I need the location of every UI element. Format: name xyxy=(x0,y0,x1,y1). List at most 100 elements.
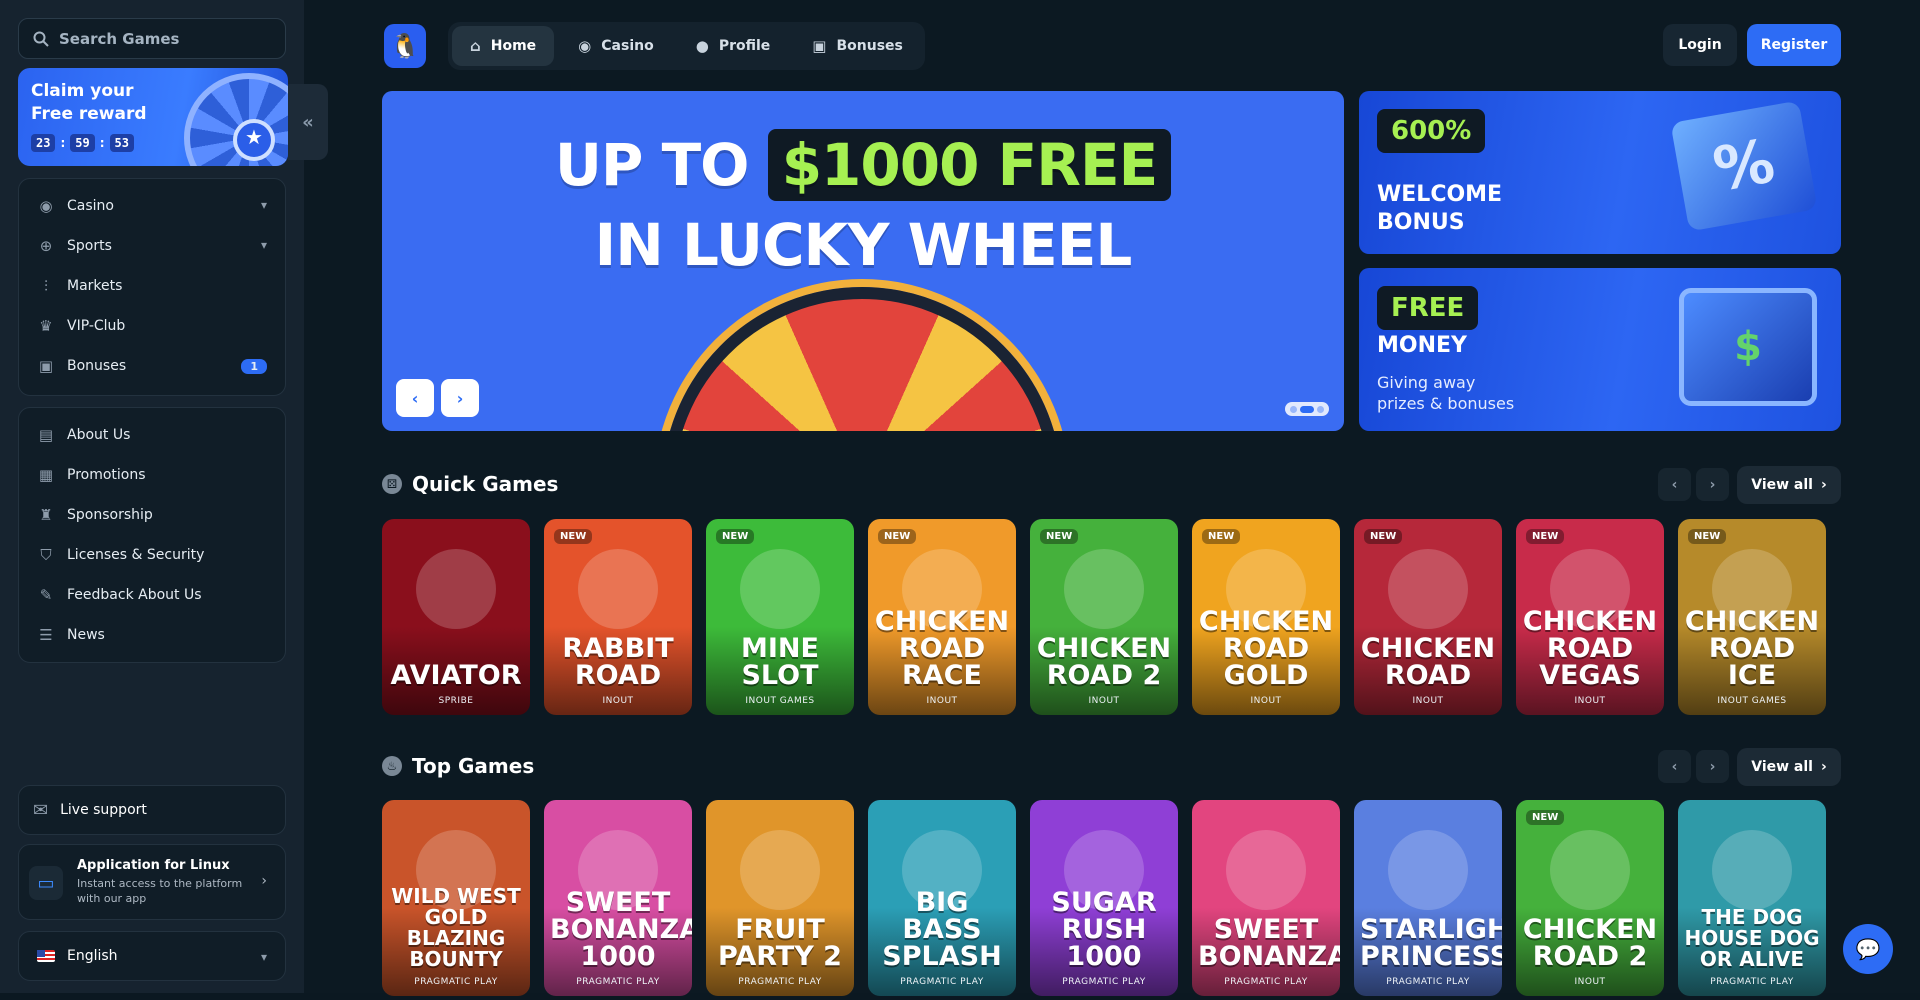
game-card[interactable]: NEW CHICKEN ROAD 2 INOUT xyxy=(1516,800,1664,996)
hero-banner[interactable]: UP TO $1000 FREE IN LUCKY WHEEL ‹ › xyxy=(382,91,1344,431)
top-games-prev-button[interactable]: ‹ xyxy=(1658,750,1691,783)
game-title: STARLIGHT PRINCESS xyxy=(1360,914,1502,972)
live-support-button[interactable]: ✉ Live support xyxy=(18,785,286,835)
game-card[interactable]: NEW RABBIT ROAD INOUT xyxy=(544,519,692,715)
game-card[interactable]: NEW CHICKEN ROAD VEGAS INOUT xyxy=(1516,519,1664,715)
game-provider: PRAGMATIC PLAY xyxy=(414,977,498,987)
fire-icon: ♨ xyxy=(382,756,402,776)
hero-highlight: $1000 FREE xyxy=(767,129,1172,201)
dice-icon: ⚄ xyxy=(382,474,402,494)
promo-subtitle: Giving away prizes & bonuses xyxy=(1377,373,1515,413)
game-card[interactable]: SWEET BONANZA 1000 PRAGMATIC PLAY xyxy=(544,800,692,996)
top-games-row: WILD WEST GOLD BLAZING BOUNTY PRAGMATIC P… xyxy=(382,800,1842,1000)
game-provider: INOUT xyxy=(1412,696,1444,706)
game-card[interactable]: WILD WEST GOLD BLAZING BOUNTY PRAGMATIC P… xyxy=(382,800,530,996)
game-card[interactable]: SWEET BONANZA PRAGMATIC PLAY xyxy=(1192,800,1340,996)
game-title: THE DOG HOUSE DOG OR ALIVE xyxy=(1684,905,1820,971)
game-card[interactable]: FRUIT PARTY 2 PRAGMATIC PLAY xyxy=(706,800,854,996)
chevron-down-icon: ▾ xyxy=(260,238,267,252)
hero-prev-button[interactable]: ‹ xyxy=(396,379,434,417)
hero-headline: UP TO $1000 FREE xyxy=(382,129,1344,201)
game-card[interactable]: SUGAR RUSH 1000 PRAGMATIC PLAY xyxy=(1030,800,1178,996)
collapse-sidebar-button[interactable]: « xyxy=(288,84,328,160)
game-art xyxy=(1064,549,1144,629)
game-art xyxy=(1712,830,1792,910)
game-art xyxy=(1388,830,1468,910)
candles-icon: ⫶ xyxy=(44,277,48,295)
game-art xyxy=(740,549,820,629)
tab-casino[interactable]: ◉ Casino xyxy=(560,26,672,66)
chat-button[interactable]: 💬 xyxy=(1843,924,1893,974)
game-title: CHICKEN ROAD ICE xyxy=(1684,606,1820,691)
sidebar-item-licenses[interactable]: ⛉ Licenses & Security xyxy=(19,535,285,575)
chevron-right-icon: › xyxy=(1709,758,1716,775)
game-provider: INOUT xyxy=(1574,696,1606,706)
quick-games-view-all[interactable]: View all › xyxy=(1737,466,1841,504)
site-logo[interactable]: 🐧 xyxy=(384,24,426,68)
game-art xyxy=(1388,549,1468,629)
chevron-left-icon: ‹ xyxy=(1671,476,1678,493)
game-provider: INOUT xyxy=(1574,977,1606,987)
quick-games-prev-button[interactable]: ‹ xyxy=(1658,468,1691,501)
timer-hours: 23 xyxy=(31,134,56,152)
game-card[interactable]: AVIATOR SPRIBE xyxy=(382,519,530,715)
new-badge: NEW xyxy=(1526,810,1565,825)
sidebar-item-sports[interactable]: ⊕ Sports ▾ xyxy=(19,226,285,266)
double-chevron-left-icon: « xyxy=(302,111,314,133)
tab-bonuses[interactable]: ▣ Bonuses xyxy=(794,26,921,66)
promo-title: WELCOME BONUS xyxy=(1377,182,1503,235)
newspaper-icon: ☰ xyxy=(39,626,53,644)
sidebar-item-news[interactable]: ☰ News xyxy=(19,615,285,655)
timer-seconds: 53 xyxy=(109,134,134,152)
quick-games-next-button[interactable]: › xyxy=(1696,468,1729,501)
game-provider: PRAGMATIC PLAY xyxy=(1710,977,1794,987)
percent-gift-icon: % xyxy=(1670,100,1818,232)
user-icon: ● xyxy=(695,37,709,55)
game-card[interactable]: NEW MINE SLOT INOUT GAMES xyxy=(706,519,854,715)
game-title: SWEET BONANZA 1000 xyxy=(550,887,692,972)
main-content: 🐧 ⌂ Home ◉ Casino ● Profile ▣ Bonuses Login … xyxy=(304,0,1920,996)
free-reward-banner[interactable]: Claim your Free reward 23: 59: 53 xyxy=(18,68,288,166)
crown-icon: ♛ xyxy=(39,317,53,335)
top-games-next-button[interactable]: › xyxy=(1696,750,1729,783)
tab-profile[interactable]: ● Profile xyxy=(678,26,789,66)
sidebar-item-sponsorship[interactable]: ♜ Sponsorship xyxy=(19,495,285,535)
search-box[interactable] xyxy=(18,18,286,59)
sidebar-item-promotions[interactable]: ▦ Promotions xyxy=(19,455,285,495)
search-input[interactable] xyxy=(59,29,279,48)
sidebar-item-markets[interactable]: ⫶ Markets xyxy=(19,266,285,306)
game-card[interactable]: STARLIGHT PRINCESS PRAGMATIC PLAY xyxy=(1354,800,1502,996)
home-icon: ⌂ xyxy=(470,37,481,55)
chevron-right-icon: › xyxy=(1709,476,1716,493)
game-card[interactable]: NEW CHICKEN ROAD 2 INOUT xyxy=(1030,519,1178,715)
game-card[interactable]: THE DOG HOUSE DOG OR ALIVE PRAGMATIC PLAY xyxy=(1678,800,1826,996)
welcome-bonus-card[interactable]: 600% WELCOME BONUS % xyxy=(1359,91,1841,254)
sidebar-item-casino[interactable]: ◉ Casino ▾ xyxy=(19,186,285,226)
sidebar-item-about-us[interactable]: ▤ About Us xyxy=(19,415,285,455)
game-card[interactable]: NEW CHICKEN ROAD INOUT xyxy=(1354,519,1502,715)
pagination-dot[interactable] xyxy=(1290,405,1297,413)
linux-app-card[interactable]: ▭ Application for Linux Instant access t… xyxy=(18,844,286,920)
sidebar-item-bonuses[interactable]: ▣ Bonuses 1 xyxy=(19,346,285,386)
sidebar-item-vip-club[interactable]: ♛ VIP-Club xyxy=(19,306,285,346)
login-button[interactable]: Login xyxy=(1663,24,1737,66)
game-title: FRUIT PARTY 2 xyxy=(718,914,842,972)
tab-home[interactable]: ⌂ Home xyxy=(452,26,555,66)
game-title: CHICKEN ROAD xyxy=(1360,633,1496,691)
chat-bubble-icon: 💬 xyxy=(1855,937,1881,961)
game-card[interactable]: NEW CHICKEN ROAD ICE INOUT GAMES xyxy=(1678,519,1826,715)
sidebar-item-feedback[interactable]: ✎ Feedback About Us xyxy=(19,575,285,615)
game-art xyxy=(1550,830,1630,910)
top-games-view-all[interactable]: View all › xyxy=(1737,748,1841,786)
free-money-card[interactable]: FREE MONEY Giving away prizes & bonuses $ xyxy=(1359,268,1841,431)
game-card[interactable]: NEW CHICKEN ROAD RACE INOUT xyxy=(868,519,1016,715)
game-card[interactable]: BIG BASS SPLASH PRAGMATIC PLAY xyxy=(868,800,1016,996)
hero-next-button[interactable]: › xyxy=(441,379,479,417)
pagination-dot[interactable] xyxy=(1317,405,1324,413)
gift-icon: ▣ xyxy=(812,37,827,55)
register-button[interactable]: Register xyxy=(1747,24,1841,66)
language-selector[interactable]: English ▾ xyxy=(18,931,286,981)
pagination-dot-active[interactable] xyxy=(1300,405,1314,413)
game-card[interactable]: NEW CHICKEN ROAD GOLD INOUT xyxy=(1192,519,1340,715)
reward-title: Claim your Free reward xyxy=(31,81,147,124)
